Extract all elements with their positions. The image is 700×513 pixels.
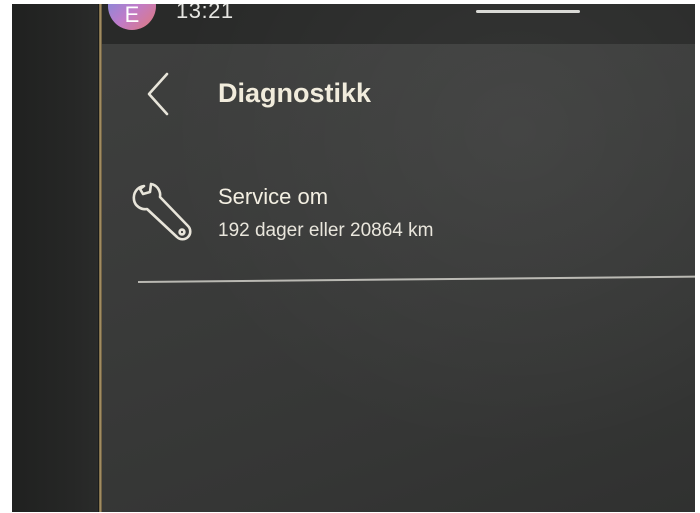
chevron-left-icon bbox=[147, 72, 169, 116]
page-title: Diagnostikk bbox=[218, 78, 372, 108]
service-title: Service om bbox=[218, 184, 329, 209]
profile-avatar[interactable]: E bbox=[108, 4, 156, 30]
status-bar: E 13:21 bbox=[102, 4, 695, 44]
wrench-icon bbox=[132, 182, 192, 241]
clock: 13:21 bbox=[176, 4, 234, 23]
display-bezel bbox=[12, 4, 98, 512]
divider bbox=[137, 275, 695, 283]
pull-down-handle[interactable] bbox=[476, 10, 580, 13]
service-reminder-item[interactable]: Service om 192 dager eller 20864 km bbox=[130, 174, 695, 264]
back-button[interactable] bbox=[140, 70, 180, 118]
photo-frame: E 13:21 Diagnostikk Service om 192 dager… bbox=[12, 4, 695, 512]
service-detail: 192 dager eller 20864 km bbox=[218, 220, 434, 241]
infotainment-screen: E 13:21 Diagnostikk Service om 192 dager… bbox=[102, 4, 695, 512]
